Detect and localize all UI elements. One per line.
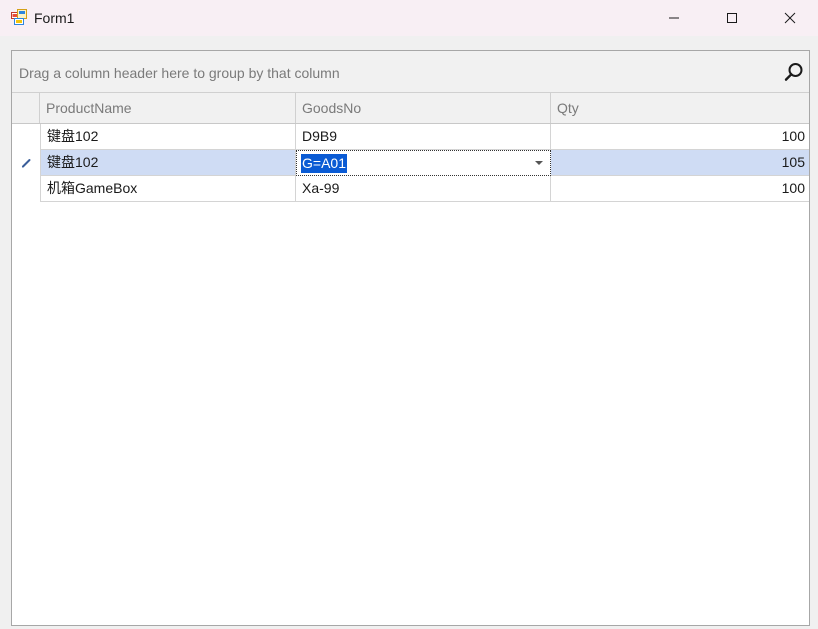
row-indicator[interactable] <box>12 150 40 176</box>
pencil-icon <box>21 159 31 168</box>
dropdown-button[interactable] <box>532 151 546 175</box>
group-panel[interactable]: Drag a column header here to group by th… <box>12 51 809 93</box>
row-indicator-header <box>12 93 40 123</box>
maximize-icon <box>727 13 737 23</box>
cell-goodsno[interactable]: Xa-99 <box>296 176 551 202</box>
column-header-goodsno[interactable]: GoodsNo <box>296 93 551 123</box>
cell-qty[interactable]: 100 <box>551 124 809 150</box>
close-button[interactable] <box>761 0 818 36</box>
chevron-down-icon <box>535 160 543 165</box>
minimize-button[interactable] <box>645 0 703 36</box>
column-header-productname[interactable]: ProductName <box>40 93 296 123</box>
table-row[interactable]: 键盘102 D9B9 100 <box>12 124 809 150</box>
form-icon <box>11 9 27 25</box>
window: Form1 Drag a column header here to group… <box>0 0 818 629</box>
table-row[interactable]: 机箱GameBox Xa-99 100 <box>12 176 809 202</box>
title-bar[interactable]: Form1 <box>0 0 818 36</box>
row-indicator[interactable] <box>12 176 40 202</box>
column-header-row: ProductName GoodsNo Qty <box>12 93 809 124</box>
row-indicator[interactable] <box>12 124 40 150</box>
maximize-button[interactable] <box>703 0 761 36</box>
close-icon <box>784 12 796 24</box>
cell-qty[interactable]: 100 <box>551 176 809 202</box>
cell-goodsno[interactable]: D9B9 <box>296 124 551 150</box>
group-panel-hint: Drag a column header here to group by th… <box>19 65 340 81</box>
editor-selected-text[interactable]: G=A01 <box>301 154 347 173</box>
cell-productname[interactable]: 键盘102 <box>40 124 296 150</box>
window-title: Form1 <box>34 10 75 26</box>
column-header-qty[interactable]: Qty <box>551 93 809 123</box>
cell-productname[interactable]: 机箱GameBox <box>40 176 296 202</box>
minimize-icon <box>669 17 679 19</box>
table-row-focused[interactable]: 键盘102 G=A01 105 <box>12 150 809 176</box>
cell-qty[interactable]: 105 <box>551 150 809 176</box>
goodsno-combobox-editor[interactable]: G=A01 <box>296 150 551 176</box>
search-icon[interactable] <box>783 61 805 83</box>
data-grid[interactable]: Drag a column header here to group by th… <box>11 50 810 626</box>
cell-productname[interactable]: 键盘102 <box>40 150 296 176</box>
